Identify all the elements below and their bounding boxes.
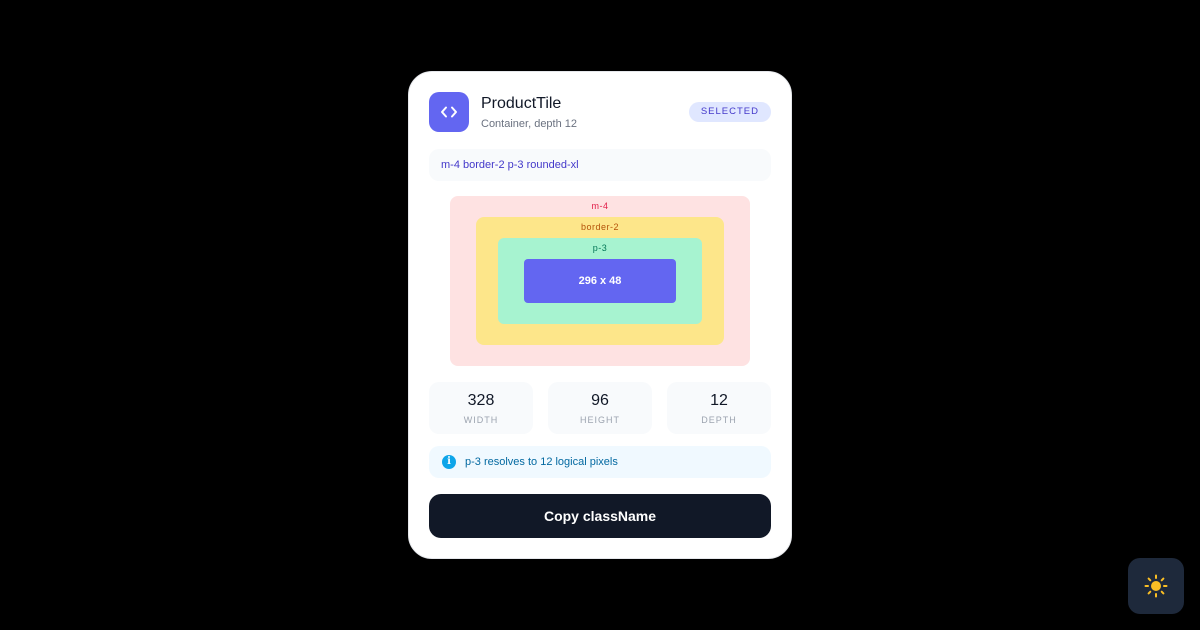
border-box: border-2 p-3 296 x 48 bbox=[476, 217, 724, 345]
component-name: ProductTile bbox=[481, 95, 562, 112]
padding-label: p-3 bbox=[592, 243, 608, 253]
stat-height-value: 96 bbox=[591, 392, 609, 409]
stat-width: 328 WIDTH bbox=[429, 382, 533, 434]
copy-classname-button[interactable]: Copy className bbox=[429, 494, 771, 538]
border-label: border-2 bbox=[580, 222, 620, 232]
classname-field[interactable]: m-4 border-2 p-3 rounded-xl bbox=[429, 149, 771, 181]
content-box: 296 x 48 bbox=[524, 259, 676, 303]
stat-depth-value: 12 bbox=[710, 392, 728, 409]
stat-depth: 12 DEPTH bbox=[667, 382, 771, 434]
info-note: i p-3 resolves to 12 logical pixels bbox=[429, 446, 771, 478]
sun-icon bbox=[1144, 574, 1168, 598]
margin-label: m-4 bbox=[591, 201, 609, 211]
component-subtitle: Container, depth 12 bbox=[481, 118, 578, 130]
selected-badge: SELECTED bbox=[688, 102, 771, 122]
stats-row: 328 WIDTH 96 HEIGHT 12 DEPTH bbox=[429, 382, 771, 434]
margin-box: m-4 border-2 p-3 296 x 48 bbox=[450, 196, 750, 366]
stat-width-value: 328 bbox=[467, 392, 495, 409]
card-header: ProductTile Container, depth 12 SELECTED bbox=[429, 92, 771, 132]
info-icon: i bbox=[442, 455, 456, 469]
stat-height: 96 HEIGHT bbox=[548, 382, 652, 434]
padding-box: p-3 296 x 48 bbox=[498, 238, 702, 324]
inspector-card: ProductTile Container, depth 12 SELECTED… bbox=[408, 71, 792, 559]
stat-depth-label: DEPTH bbox=[701, 415, 737, 425]
code-brackets-icon bbox=[429, 92, 469, 132]
info-note-text: p-3 resolves to 12 logical pixels bbox=[465, 456, 618, 468]
theme-toggle-button[interactable] bbox=[1128, 558, 1184, 614]
stat-width-label: WIDTH bbox=[463, 415, 499, 425]
stat-height-label: HEIGHT bbox=[579, 415, 620, 425]
